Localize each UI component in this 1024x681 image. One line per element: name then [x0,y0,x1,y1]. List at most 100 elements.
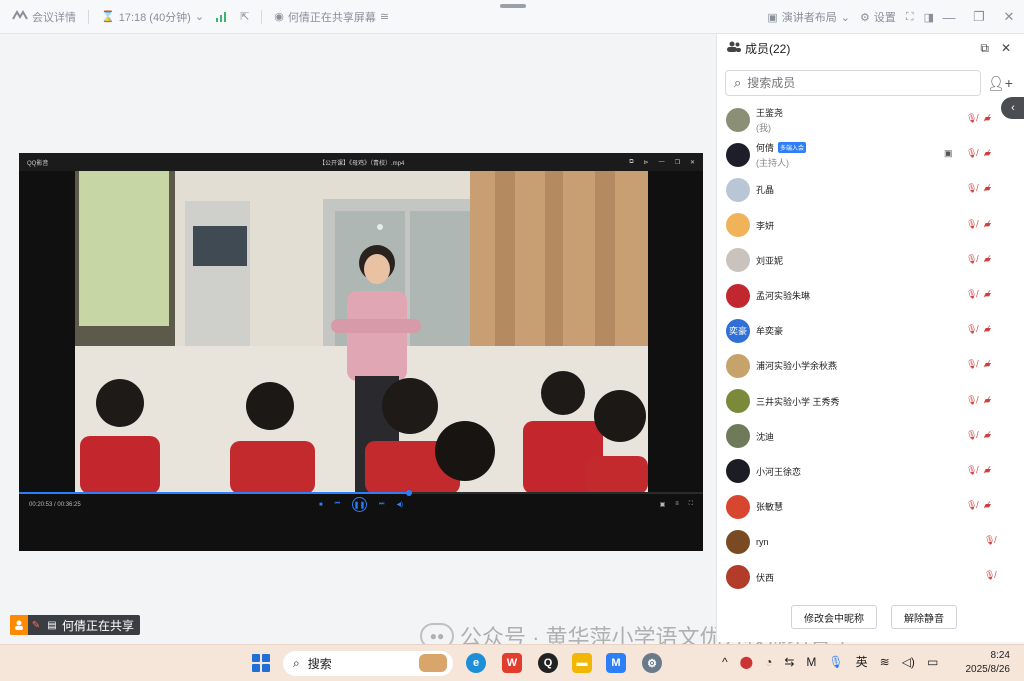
speaker-icon[interactable]: ◁) [902,655,915,669]
edge-browser-icon[interactable]: e [466,653,486,673]
camera-off-icon[interactable]: ▰̸ [984,359,991,370]
member-row[interactable]: 伏西 🎙︎̸ [717,559,1024,594]
system-settings-icon[interactable]: ⚙ [642,653,662,673]
next-icon[interactable]: ⏭ [379,501,384,508]
player-top-icon[interactable]: ⊳ [644,159,649,166]
tray-app-icon[interactable]: ⬤ [740,655,753,669]
network-signal-indicator[interactable] [216,11,228,22]
sharing-status[interactable]: ◉ 何倩正在共享屏幕 ≅ [274,9,389,25]
camera-off-icon[interactable]: ▰̸ [984,148,991,159]
player-titlebar: QQ影音 【公开课】《母鸡》（青校）.mp4 ⧉ ⊳ — ❐ ✕ [19,153,703,171]
wps-office-icon[interactable]: W [502,653,522,673]
screenshot-icon[interactable]: ▣ [660,501,666,508]
member-name-text: 伏西 [756,572,775,583]
open-external-button[interactable]: ⇱ [240,10,249,23]
mic-muted-icon[interactable]: 🎙︎̸ [966,324,977,335]
mic-muted-icon[interactable]: 🎙︎̸ [966,430,977,441]
popout-icon[interactable]: ⧉ [980,41,989,56]
close-icon[interactable]: ✕ [1001,41,1011,56]
member-name-text: 牟奕豪 [756,326,784,337]
taskbar-search[interactable]: ⌕ 搜索 [283,651,453,676]
microphone-icon[interactable]: 🎙︎ [828,655,843,669]
camera-off-icon[interactable]: ▰̸ [984,324,991,335]
hourglass-icon: ⌛ [101,11,115,23]
qq-icon[interactable]: Q [538,653,558,673]
tray-app-icon[interactable]: M [806,655,816,669]
member-row[interactable]: 沈迪 🎙︎̸ ▰̸ [717,419,1024,454]
player-fullscreen-icon[interactable]: ⛶ [689,501,693,508]
tray-app-icon[interactable]: ⇆ [784,655,794,669]
minimize-button[interactable]: — [934,10,964,25]
stop-icon[interactable]: ■ [319,502,323,508]
previous-icon[interactable]: ⏮ [335,501,340,508]
battery-icon[interactable]: ▭ [927,655,938,669]
volume-icon[interactable]: ◀) [396,501,403,508]
invite-member-button[interactable]: 👤︎+ [987,70,1013,96]
member-row[interactable]: 王鉴尧 (我) 🎙︎̸ ▰̸ [717,102,1024,137]
taskbar-clock[interactable]: 8:24 2025/8/26 [966,649,1011,677]
sidebar-toggle-button[interactable]: ◨ [924,11,934,24]
wifi-icon[interactable]: ≋ [880,655,890,669]
mic-muted-icon[interactable]: 🎙︎̸ [966,148,977,159]
rename-button[interactable]: 修改会中昵称 [791,605,877,629]
member-row[interactable]: 浦河实验小学余秋燕 🎙︎̸ ▰̸ [717,348,1024,383]
close-window-button[interactable]: ✕ [994,9,1024,25]
start-button[interactable] [252,654,270,672]
member-search-input[interactable] [747,76,948,90]
player-settings-icon[interactable]: ≡ [675,501,679,508]
player-minimize-icon[interactable]: — [659,159,665,166]
player-pip-icon[interactable]: ⧉ [629,159,633,166]
mic-muted-icon[interactable]: 🎙︎̸ [966,183,977,194]
mic-muted-icon[interactable]: 🎙︎̸ [966,465,977,476]
mic-muted-icon[interactable]: 🎙︎̸ [966,289,977,300]
player-close-icon[interactable]: ✕ [690,159,695,166]
chevron-up-icon[interactable]: ^ [722,655,728,669]
camera-off-icon[interactable]: ▰̸ [984,254,991,265]
member-row[interactable]: 张敏慧 🎙︎̸ ▰̸ [717,489,1024,524]
member-row[interactable]: 刘亚妮 🎙︎̸ ▰̸ [717,243,1024,278]
file-explorer-icon[interactable]: ▬ [572,653,592,673]
camera-off-icon[interactable]: ▰̸ [984,465,991,476]
meeting-details-button[interactable]: 会议详情 [12,9,76,25]
fullscreen-button[interactable]: ⛶ [906,11,914,24]
layout-button[interactable]: ▣ 演讲者布局 ⌄ [767,9,850,25]
restore-button[interactable]: ❐ [964,9,994,25]
camera-off-icon[interactable]: ▰̸ [984,430,991,441]
mic-muted-icon[interactable]: 🎙︎̸ [966,113,977,124]
mic-muted-icon[interactable]: 🎙︎̸ [966,219,977,230]
tray-app-icon[interactable]: ◔ [765,655,772,669]
member-row[interactable]: 奕豪 牟奕豪 🎙︎̸ ▰̸ [717,313,1024,348]
camera-off-icon[interactable]: ▰̸ [984,500,991,511]
member-search-box[interactable]: ⌕ [725,70,981,96]
meeting-timer[interactable]: ⌛ 17:18 (40分钟) ⌄ [101,9,204,25]
mic-muted-icon[interactable]: 🎙︎̸ [966,359,977,370]
mic-muted-icon[interactable]: 🎙︎̸ [984,570,995,581]
player-maximize-icon[interactable]: ❐ [675,159,680,166]
mic-muted-icon[interactable]: 🎙︎̸ [984,535,995,546]
member-row[interactable]: 小河王徐恋 🎙︎̸ ▰̸ [717,454,1024,489]
camera-off-icon[interactable]: ▰̸ [984,219,991,230]
mic-muted-icon[interactable]: 🎙︎̸ [966,254,977,265]
ime-indicator[interactable]: 英 [856,653,868,670]
pause-button[interactable]: ❚❚ [352,497,368,512]
member-row[interactable]: 何倩 多端入会 (主持人) ▣ 🎙︎̸ ▰̸ [717,137,1024,172]
camera-off-icon[interactable]: ▰̸ [984,113,991,124]
camera-off-icon[interactable]: ▰̸ [984,395,991,406]
member-row[interactable]: 三井实验小学 王秀秀 🎙︎̸ ▰̸ [717,384,1024,419]
unmute-button[interactable]: 解除静音 [891,605,957,629]
tencent-meeting-icon[interactable]: M [606,653,626,673]
camera-off-icon[interactable]: ▰̸ [984,183,991,194]
classroom-video-frame[interactable] [75,171,648,494]
camera-off-icon[interactable]: ▰̸ [984,289,991,300]
member-row[interactable]: 李妍 🎙︎̸ ▰̸ [717,208,1024,243]
member-row[interactable]: ryn 🎙︎̸ [717,524,1024,559]
member-row[interactable]: 孟河实验朱琳 🎙︎̸ ▰̸ [717,278,1024,313]
settings-button[interactable]: ⚙ 设置 [860,9,896,25]
mic-muted-icon: ✎ [31,619,41,631]
sharing-indicator-badge[interactable]: ✎ ▤ 何倩正在共享 [10,615,141,635]
member-row[interactable]: 孔晶 🎙︎̸ ▰̸ [717,172,1024,207]
meeting-details-label: 会议详情 [32,11,76,24]
window-drag-handle[interactable] [500,4,526,8]
mic-muted-icon[interactable]: 🎙︎̸ [966,500,977,511]
mic-muted-icon[interactable]: 🎙︎̸ [966,395,977,406]
